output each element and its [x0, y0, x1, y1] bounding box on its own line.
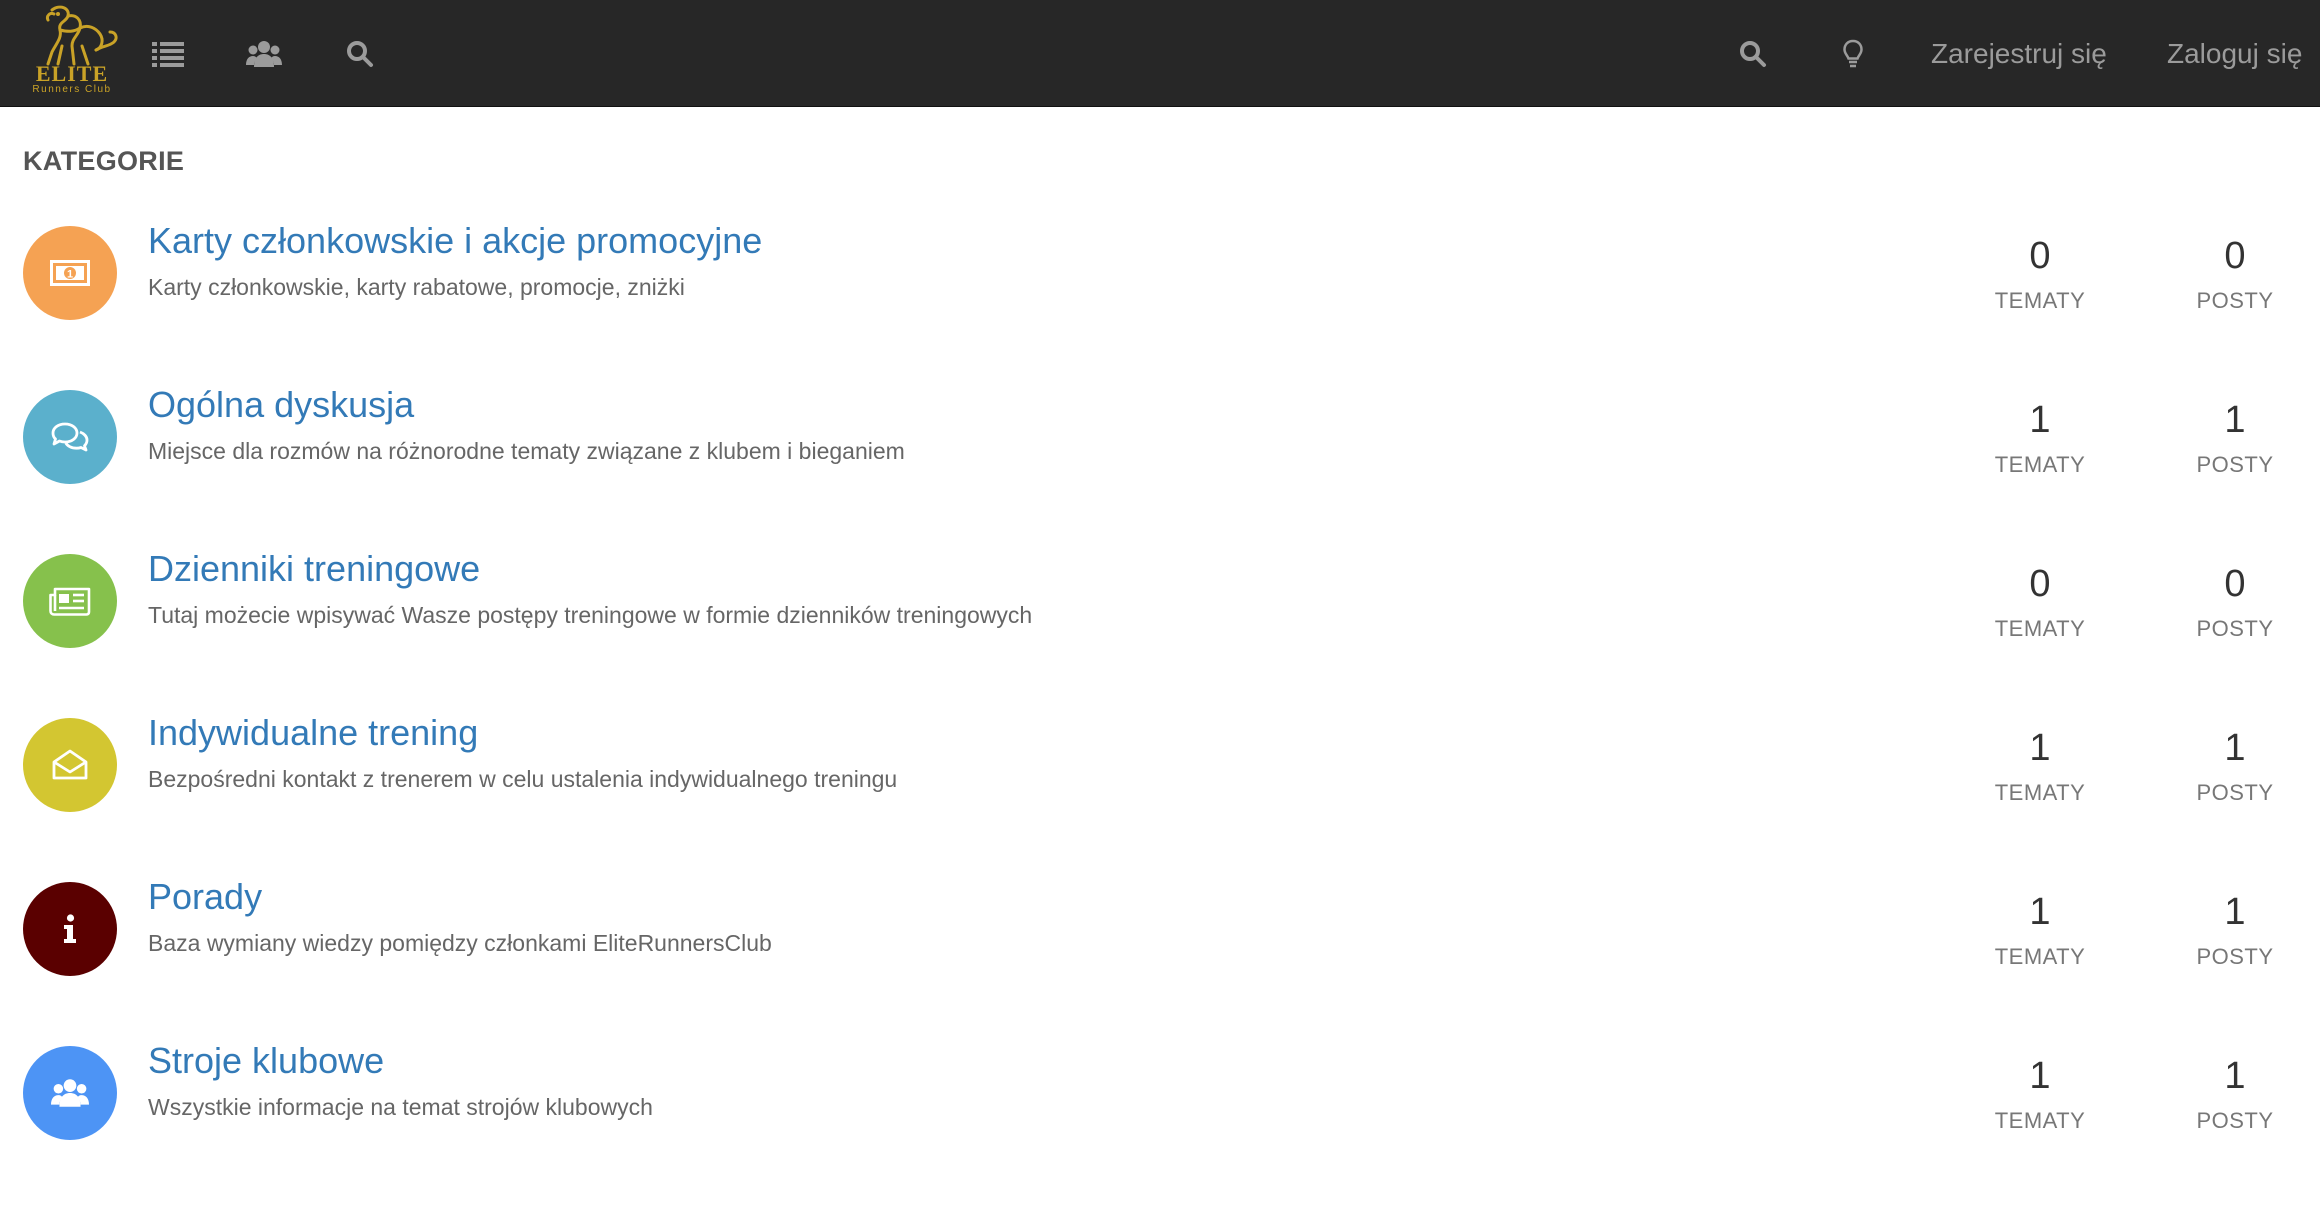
envelope-open-icon[interactable] — [23, 718, 117, 812]
topics-stat: 1 TEMATY — [1970, 398, 2110, 478]
category-item: Porady Baza wymiany wiedzy pomiędzy czło… — [0, 876, 2320, 1046]
topics-count: 0 — [2029, 563, 2051, 605]
category-description: Miejsce dla rozmów na różnorodne tematy … — [148, 438, 905, 464]
posts-stat: 1 POSTY — [2165, 398, 2305, 478]
category-item: Dzienniki treningowe Tutaj możecie wpisy… — [0, 548, 2320, 718]
register-link[interactable]: Zarejestruj się — [1931, 0, 2107, 107]
category-description: Karty członkowskie, karty rabatowe, prom… — [148, 274, 685, 300]
posts-stat: 0 POSTY — [2165, 234, 2305, 314]
posts-count: 1 — [2224, 891, 2246, 933]
brand-logo[interactable]: ELITE Runners Club — [20, 2, 124, 104]
login-link[interactable]: Zaloguj się — [2167, 0, 2302, 107]
posts-stat: 1 POSTY — [2165, 890, 2305, 970]
users-icon[interactable] — [242, 32, 286, 76]
topics-count: 1 — [2029, 399, 2051, 441]
posts-label: POSTY — [2196, 944, 2274, 969]
topics-count: 1 — [2029, 891, 2051, 933]
category-title[interactable]: Stroje klubowe — [148, 1040, 384, 1082]
topics-stat: 0 TEMATY — [1970, 234, 2110, 314]
lion-logo-icon — [46, 5, 118, 66]
category-description: Baza wymiany wiedzy pomiędzy członkami E… — [148, 930, 772, 956]
category-description: Wszystkie informacje na temat strojów kl… — [148, 1094, 653, 1120]
page-title: KATEGORIE — [23, 146, 185, 176]
info-icon[interactable] — [23, 882, 117, 976]
category-title[interactable]: Dzienniki treningowe — [148, 548, 480, 590]
navbar: ELITE Runners Club Zarejestruj się Zalog… — [0, 0, 2320, 107]
category-title[interactable]: Indywidualne trening — [148, 712, 478, 754]
category-item: Ogólna dyskusja Miejsce dla rozmów na ró… — [0, 384, 2320, 554]
newspaper-icon[interactable] — [23, 554, 117, 648]
topics-label: TEMATY — [1994, 1108, 2086, 1133]
comments-icon[interactable] — [23, 390, 117, 484]
lightbulb-icon[interactable] — [1831, 32, 1875, 76]
category-title[interactable]: Karty członkowskie i akcje promocyjne — [148, 220, 762, 262]
posts-count: 1 — [2224, 727, 2246, 769]
posts-count: 1 — [2224, 1055, 2246, 1097]
posts-count: 0 — [2224, 235, 2246, 277]
posts-label: POSTY — [2196, 780, 2274, 805]
topics-stat: 1 TEMATY — [1970, 726, 2110, 806]
users-icon[interactable] — [23, 1046, 117, 1140]
category-title[interactable]: Porady — [148, 876, 262, 918]
topics-label: TEMATY — [1994, 616, 2086, 641]
posts-stat: 1 POSTY — [2165, 726, 2305, 806]
category-item: Indywidualne trening Bezpośredni kontakt… — [0, 712, 2320, 882]
topics-count: 0 — [2029, 235, 2051, 277]
category-description: Tutaj możecie wpisywać Wasze postępy tre… — [148, 602, 1033, 628]
brand-name: ELITE — [35, 61, 109, 86]
category-item: Stroje klubowe Wszystkie informacje na t… — [0, 1040, 2320, 1210]
topics-stat: 0 TEMATY — [1970, 562, 2110, 642]
posts-count: 1 — [2224, 399, 2246, 441]
topics-stat: 1 TEMATY — [1970, 1054, 2110, 1134]
search-icon[interactable] — [338, 32, 382, 76]
topics-label: TEMATY — [1994, 944, 2086, 969]
category-description: Bezpośredni kontakt z trenerem w celu us… — [148, 766, 898, 792]
topics-count: 1 — [2029, 727, 2051, 769]
svg-text:1: 1 — [67, 269, 73, 281]
posts-label: POSTY — [2196, 452, 2274, 477]
search-icon[interactable] — [1731, 32, 1775, 76]
posts-label: POSTY — [2196, 288, 2274, 313]
topics-label: TEMATY — [1994, 452, 2086, 477]
category-item: 1 Karty członkowskie i akcje promocyjne … — [0, 220, 2320, 390]
topics-label: TEMATY — [1994, 288, 2086, 313]
topics-count: 1 — [2029, 1055, 2051, 1097]
category-title[interactable]: Ogólna dyskusja — [148, 384, 414, 426]
posts-stat: 0 POSTY — [2165, 562, 2305, 642]
categories-list-icon[interactable] — [146, 32, 190, 76]
posts-stat: 1 POSTY — [2165, 1054, 2305, 1134]
posts-label: POSTY — [2196, 1108, 2274, 1133]
posts-label: POSTY — [2196, 616, 2274, 641]
topics-label: TEMATY — [1994, 780, 2086, 805]
topics-stat: 1 TEMATY — [1970, 890, 2110, 970]
posts-count: 0 — [2224, 563, 2246, 605]
money-icon[interactable]: 1 — [23, 226, 117, 320]
brand-subtitle: Runners Club — [32, 84, 112, 95]
